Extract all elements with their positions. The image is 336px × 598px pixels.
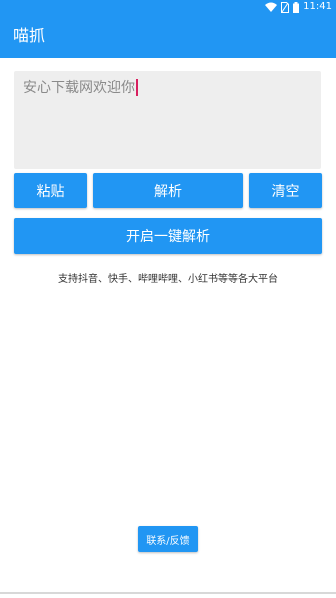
status-bar: 11:41 — [0, 0, 336, 14]
app-bar: 喵抓 — [0, 14, 336, 58]
status-time: 11:41 — [303, 1, 332, 12]
app-title: 喵抓 — [13, 26, 46, 45]
url-input-value: 安心下载网欢迎你 — [23, 80, 135, 96]
wifi-icon — [265, 2, 278, 12]
parse-button[interactable]: 解析 — [93, 173, 243, 208]
bottom-divider — [0, 592, 336, 594]
contact-feedback-button[interactable]: 联系/反馈 — [138, 526, 198, 552]
url-input[interactable]: 安心下载网欢迎你 — [14, 71, 321, 169]
url-input-text: 安心下载网欢迎你 — [23, 79, 138, 97]
status-icons: 11:41 — [265, 1, 332, 13]
paste-button[interactable]: 粘贴 — [14, 173, 87, 208]
supported-platforms-text: 支持抖音、快手、哔哩哔哩、小红书等等各大平台 — [58, 274, 278, 285]
battery-icon — [293, 1, 300, 13]
clear-button[interactable]: 清空 — [249, 173, 322, 208]
no-sim-icon — [281, 1, 290, 13]
text-caret — [136, 79, 138, 96]
one-click-parse-button[interactable]: 开启一键解析 — [14, 218, 322, 254]
